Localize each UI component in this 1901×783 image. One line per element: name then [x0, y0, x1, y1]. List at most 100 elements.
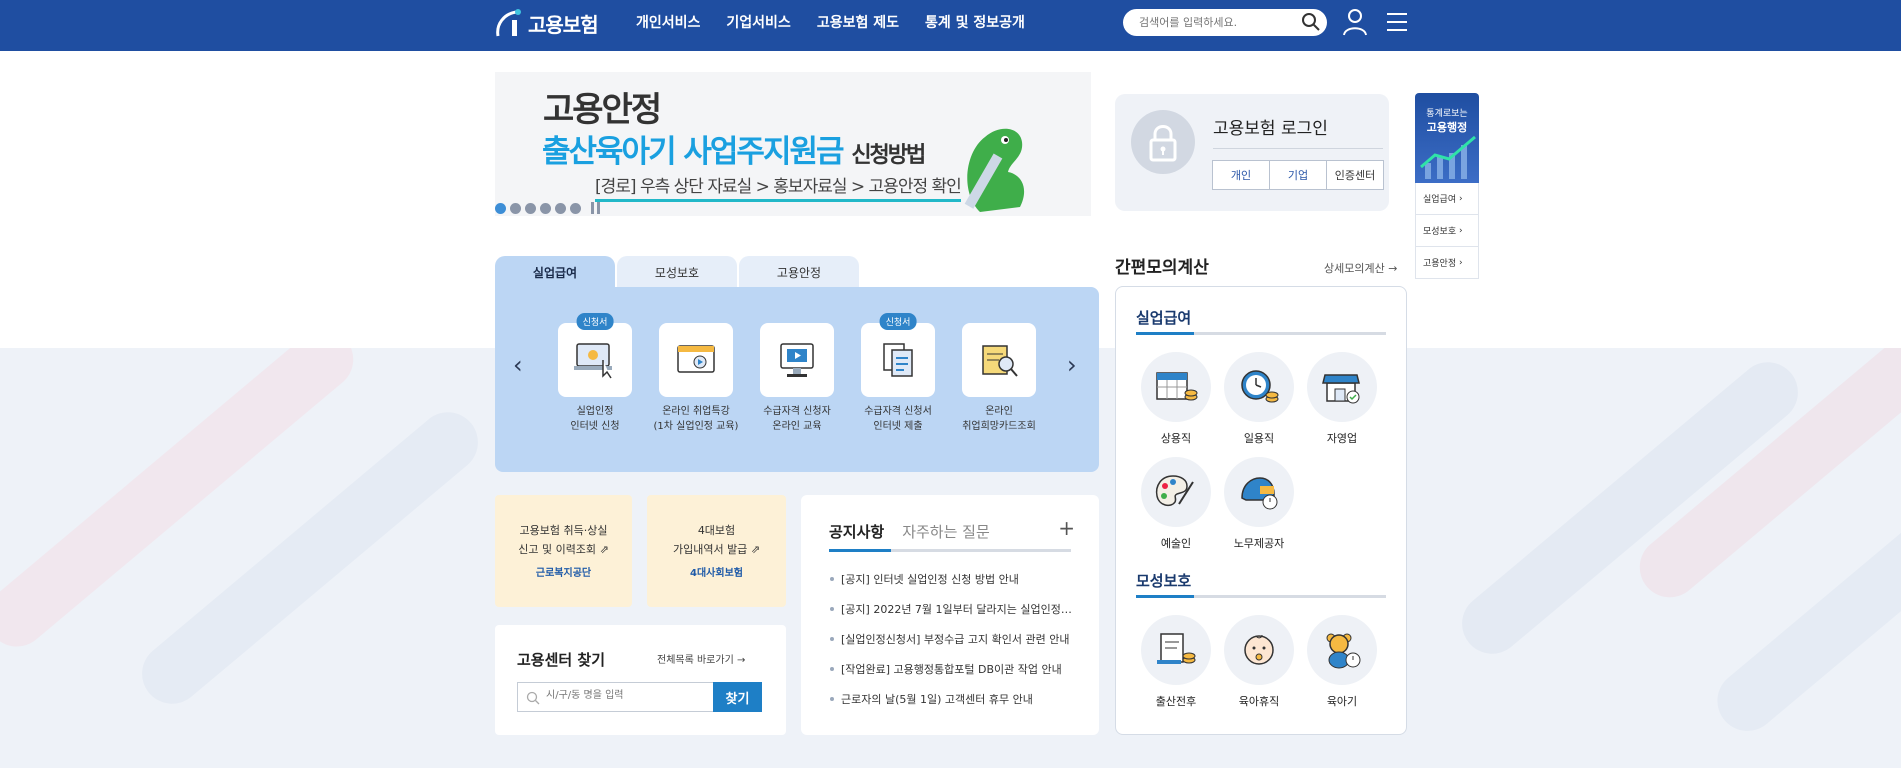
card-search-icon — [982, 345, 1018, 377]
arrow-right-icon: → — [1388, 262, 1398, 275]
banner-line3: [경로] 우측 상단 자료실 > 홍보자료실 > 고용안정 확인 — [595, 172, 962, 202]
calc-item-daily[interactable]: 일용직 — [1217, 352, 1301, 446]
center-search-input[interactable] — [544, 689, 704, 702]
detailed-calc-link[interactable]: 상세모의계산 → — [1324, 260, 1397, 276]
divider — [1213, 148, 1383, 149]
section-maternity: 모성보호 — [1136, 572, 1192, 590]
calc-item-self-employed[interactable]: 자영업 — [1300, 352, 1384, 446]
lock-icon — [1131, 110, 1195, 174]
chevron-left-icon[interactable]: ‹ — [513, 351, 523, 379]
external-link-icon: ⇗ — [750, 543, 761, 556]
service-item[interactable]: 온라인 취업희망카드조회 — [949, 323, 1049, 434]
center-list-link[interactable]: 전체목록 바로가기 → — [657, 651, 745, 666]
notice-item[interactable]: 근로자의 날(5월 1일) 고객센터 휴무 안내 — [829, 691, 1075, 721]
monitor-video-icon — [780, 343, 814, 377]
center-search-button[interactable]: 찾기 — [713, 682, 762, 712]
card-text: 4대보험 가입내역서 발급 ⇗ — [672, 524, 761, 556]
quick-link-label: 모성보호 — [1423, 227, 1457, 237]
tab-faq[interactable]: 자주하는 질문 — [902, 521, 990, 542]
service-icon-box: 신청서 — [861, 313, 935, 397]
user-icon[interactable] — [1342, 8, 1368, 40]
banner-line2-suffix: 신청방법 — [851, 143, 926, 168]
tab-maternity[interactable]: 모성보호 — [617, 256, 737, 288]
nav-statistics[interactable]: 통계 및 정보공개 — [925, 12, 1025, 32]
tab-unemployment[interactable]: 실업급여 — [495, 256, 615, 288]
logo-text: 고용보험 — [528, 12, 599, 37]
service-panel: ‹ › 신청서 실업인정 인터넷 신청 온라인 취업특강 (1차 실업인정 교육) … — [495, 287, 1099, 472]
notice-list: [공지] 인터넷 실업인정 신청 방법 안내 [공지] 2022년 7월 1일부… — [829, 571, 1075, 721]
tab-employment-stability[interactable]: 고용안정 — [739, 256, 859, 288]
document-stack-icon — [883, 343, 913, 377]
banner-dot[interactable] — [555, 202, 566, 214]
clock-coins-icon — [1224, 352, 1294, 422]
calc-item-label: 자영업 — [1326, 432, 1358, 445]
stats-banner[interactable]: 통계로보는 고용행정 — [1415, 93, 1479, 183]
quick-link-employment[interactable]: 고용안정 › — [1415, 247, 1479, 279]
calc-item-artist[interactable]: 예술인 — [1134, 457, 1218, 551]
laptop-click-icon — [574, 343, 612, 379]
brand-label: 4대사회보험 — [690, 568, 743, 579]
card-text: 고용보험 취득·상실 신고 및 이력조회 ⇗ — [518, 524, 609, 556]
service-item[interactable]: 온라인 취업특강 (1차 실업인정 교육) — [646, 323, 746, 434]
notice-item[interactable]: [작업완료] 고용행정통합포털 DB이관 작업 안내 — [829, 661, 1075, 691]
banner-pagination — [495, 202, 600, 214]
notice-item[interactable]: [공지] 인터넷 실업인정 신청 방법 안내 — [829, 571, 1075, 601]
quick-link-maternity[interactable]: 모성보호 › — [1415, 215, 1479, 247]
section-underline — [1136, 332, 1386, 335]
top-header: 고용보험 개인서비스 기업서비스 고용보험 제도 통계 및 정보공개 — [0, 0, 1901, 51]
quick-link-unemployment[interactable]: 실업급여 › — [1415, 183, 1479, 215]
more-plus-icon[interactable]: + — [1058, 516, 1075, 540]
login-title: 고용보험 로그인 — [1213, 119, 1328, 139]
calc-item-regular[interactable]: 상용직 — [1134, 352, 1218, 446]
calc-item-label: 노무제공자 — [1233, 537, 1285, 550]
teddy-bear-icon — [1307, 615, 1377, 685]
calculator-panel: 실업급여 상용직 일용직 자영업 예술인 노무제공자 모성보호 출산전후 육아휴… — [1115, 286, 1407, 735]
menu-icon[interactable] — [1386, 12, 1408, 36]
calc-item-label: 예술인 — [1160, 537, 1192, 550]
insurance-certificate-card[interactable]: 4대보험 가입내역서 발급 ⇗ 4대사회보험 — [647, 495, 786, 607]
service-label: 수급자격 신청자 온라인 교육 — [763, 406, 831, 432]
login-business-button[interactable]: 기업 — [1269, 160, 1327, 190]
notice-board: 공지사항 자주하는 질문 + [공지] 인터넷 실업인정 신청 방법 안내 [공… — [801, 495, 1099, 735]
service-label: 실업인정 인터넷 신청 — [570, 406, 620, 432]
tab-notices[interactable]: 공지사항 — [829, 521, 884, 542]
search-icon[interactable] — [1301, 12, 1321, 36]
section-unemployment: 실업급여 — [1136, 309, 1192, 327]
calc-item-label: 출산전후 — [1155, 695, 1197, 708]
form-badge: 신청서 — [576, 313, 614, 330]
nav-business[interactable]: 기업서비스 — [726, 12, 790, 32]
promo-banner[interactable]: 고용안정 출산육아기 사업주지원금 신청방법 [경로] 우측 상단 자료실 > … — [495, 72, 1091, 216]
calc-item-parental-leave[interactable]: 육아휴직 — [1217, 615, 1301, 709]
baby-icon — [1224, 615, 1294, 685]
notice-tab-indicator — [829, 549, 1071, 552]
banner-line1: 고용안정 — [543, 90, 662, 130]
pause-icon[interactable] — [591, 202, 600, 214]
login-personal-button[interactable]: 개인 — [1212, 160, 1270, 190]
search-input[interactable] — [1137, 13, 1287, 32]
quick-link-label: 실업급여 — [1423, 195, 1457, 205]
site-logo[interactable]: 고용보험 — [494, 6, 599, 40]
banner-dot[interactable] — [510, 202, 521, 214]
calc-item-maternity-leave[interactable]: 출산전후 — [1134, 615, 1218, 709]
banner-line2: 출산육아기 사업주지원금 신청방법 — [542, 126, 926, 171]
nav-system[interactable]: 고용보험 제도 — [817, 12, 899, 32]
notice-item[interactable]: [실업인정신청서] 부정수급 고지 확인서 관련 안내 — [829, 631, 1075, 661]
nav-personal[interactable]: 개인서비스 — [636, 12, 700, 32]
service-item[interactable]: 신청서 실업인정 인터넷 신청 — [545, 313, 645, 434]
cert-center-button[interactable]: 인증센터 — [1326, 160, 1384, 190]
store-icon — [1307, 352, 1377, 422]
calc-item-labor-provider[interactable]: 노무제공자 — [1217, 457, 1301, 551]
insurance-history-card[interactable]: 고용보험 취득·상실 신고 및 이력조회 ⇗ 근로복지공단 — [495, 495, 632, 607]
chevron-right-icon[interactable]: › — [1067, 351, 1077, 379]
banner-dot[interactable] — [570, 202, 581, 214]
banner-dot[interactable] — [495, 202, 506, 214]
calc-item-label: 일용직 — [1243, 432, 1275, 445]
login-box: 고용보험 로그인 개인 기업 인증센터 — [1115, 94, 1389, 211]
service-item[interactable]: 신청서 수급자격 신청서 인터넷 제출 — [848, 313, 948, 434]
calc-item-childcare[interactable]: 육아기 — [1300, 615, 1384, 709]
banner-dot[interactable] — [525, 202, 536, 214]
employment-center-finder: 고용센터 찾기 전체목록 바로가기 → 찾기 — [495, 625, 786, 735]
banner-dot[interactable] — [540, 202, 551, 214]
notice-item[interactable]: [공지] 2022년 7월 1일부터 달라지는 실업인정 방법 안내 — [829, 601, 1075, 631]
service-item[interactable]: 수급자격 신청자 온라인 교육 — [747, 323, 847, 434]
